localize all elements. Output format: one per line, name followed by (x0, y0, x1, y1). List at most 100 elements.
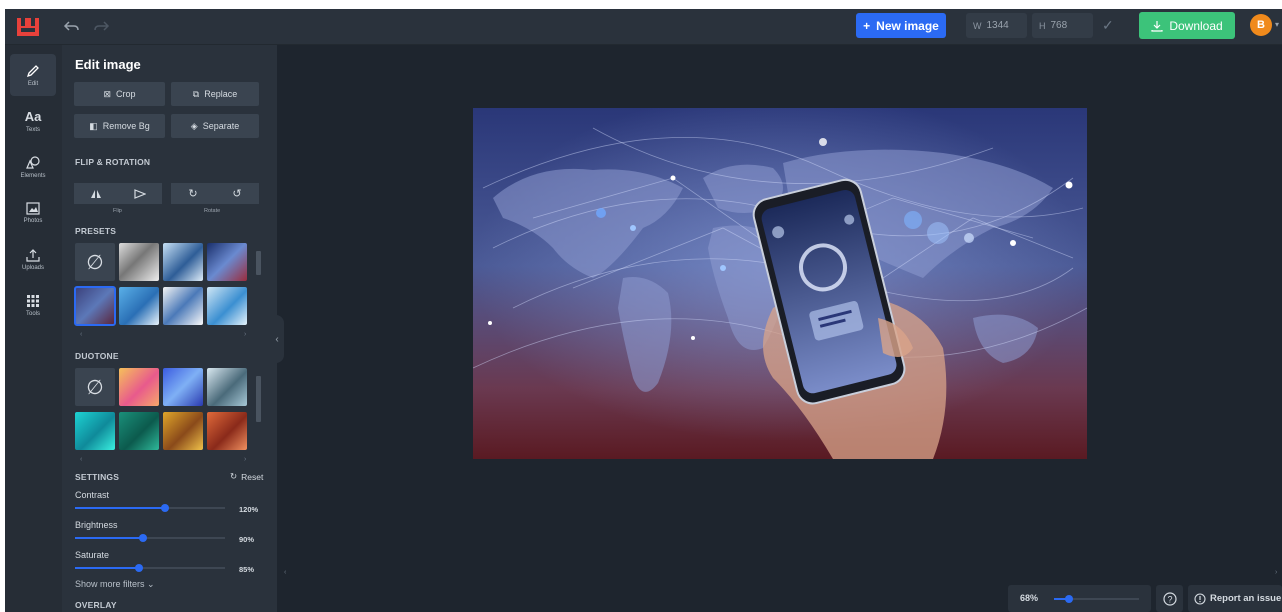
chevron-down-icon[interactable]: ▾ (1275, 20, 1279, 29)
width-input[interactable]: W 1344 (966, 13, 1027, 38)
duotone-scrollbar[interactable] (256, 376, 261, 422)
duotone-thumb[interactable] (119, 412, 159, 450)
download-icon (1151, 20, 1163, 32)
flip-vertical-button[interactable] (118, 183, 162, 204)
report-issue-button[interactable]: Report an issue (1188, 585, 1282, 612)
remove-bg-icon: ◧ (89, 120, 98, 131)
contrast-slider-knob[interactable] (161, 504, 169, 512)
duotone-thumb[interactable] (75, 412, 115, 450)
refresh-icon: ↻ (230, 471, 238, 481)
pencil-icon (26, 64, 39, 77)
zoom-slider[interactable] (1054, 595, 1139, 603)
user-avatar[interactable]: B (1250, 14, 1272, 36)
preset-none[interactable]: ∅ (75, 243, 115, 281)
rail-item-elements[interactable]: Elements (10, 146, 56, 188)
rail-item-texts[interactable]: Aa Texts (10, 100, 56, 142)
redo-icon[interactable] (91, 17, 111, 37)
remove-bg-button[interactable]: ◧ Remove Bg (74, 114, 165, 138)
photo-icon (26, 202, 40, 215)
rail-item-uploads[interactable]: Uploads (10, 238, 56, 280)
svg-text:?: ? (1167, 594, 1172, 604)
preset-thumb[interactable] (207, 287, 247, 325)
download-button[interactable]: Download (1139, 12, 1235, 39)
height-input[interactable]: H 768 (1032, 13, 1093, 38)
duotone-none[interactable]: ∅ (75, 368, 115, 406)
left-rail: Edit Aa Texts Elements Photos Uploads To… (5, 45, 62, 612)
flip-vertical-icon (134, 188, 146, 199)
none-icon: ∅ (86, 251, 104, 274)
grid-icon (27, 294, 39, 307)
rotate-left-button[interactable]: ↺ (215, 183, 259, 204)
show-more-filters-link[interactable]: Show more filters ⌄ (75, 579, 155, 590)
collapse-panel-button[interactable]: ‹ (270, 315, 284, 363)
saturate-label: Saturate (75, 550, 110, 560)
preset-thumb[interactable] (119, 243, 159, 281)
crop-button[interactable]: ⊠ Crop (74, 82, 165, 106)
zoom-control: 68% (1008, 585, 1151, 612)
duotone-scroll-left-icon[interactable]: ‹ (80, 456, 82, 463)
flip-horizontal-button[interactable] (74, 183, 118, 204)
duotone-thumb[interactable] (163, 412, 203, 450)
contrast-slider-fill (75, 507, 165, 509)
top-bar: + New image W 1344 H 768 ✓ Download B ▾ (5, 9, 1282, 45)
brightness-slider-fill (75, 537, 143, 539)
presets-scroll-right-icon[interactable]: › (244, 331, 246, 338)
rotate-caption: Rotate (204, 208, 221, 214)
saturate-value: 85% (239, 565, 255, 574)
rotate-right-icon: ↻ (188, 188, 198, 200)
rotate-right-button[interactable]: ↻ (171, 183, 215, 204)
confirm-size-check-icon[interactable]: ✓ (1102, 17, 1114, 34)
preset-thumb[interactable] (207, 243, 247, 281)
contrast-slider[interactable] (75, 504, 225, 512)
rotate-left-icon: ↺ (232, 188, 242, 200)
app-logo-icon[interactable] (15, 15, 41, 39)
rail-item-edit[interactable]: Edit (10, 54, 56, 96)
contrast-label: Contrast (75, 490, 110, 500)
flip-rotation-heading: FLIP & ROTATION (75, 157, 151, 167)
replace-button[interactable]: ⧉ Replace (171, 82, 259, 106)
preset-thumb[interactable] (163, 287, 203, 325)
help-button[interactable]: ? (1156, 585, 1183, 612)
duotone-thumb[interactable] (119, 368, 159, 406)
reset-button[interactable]: ↻ Reset (230, 471, 263, 482)
preset-thumb-selected[interactable] (74, 286, 116, 326)
app-window: + New image W 1344 H 768 ✓ Download B ▾ … (5, 9, 1282, 612)
saturate-slider-knob[interactable] (134, 564, 143, 572)
presets-scroll-left-icon[interactable]: ‹ (80, 331, 82, 338)
saturate-slider[interactable] (75, 564, 225, 572)
separate-button[interactable]: ◈ Separate (171, 114, 259, 138)
flip-horizontal-icon (91, 189, 101, 198)
panel-edge-arrow-icon: ‹ (284, 569, 287, 576)
plus-icon: + (863, 18, 871, 33)
preset-thumb[interactable] (119, 287, 159, 325)
brightness-slider-knob[interactable] (138, 534, 147, 542)
preset-thumb[interactable] (163, 243, 203, 281)
upload-icon (26, 248, 40, 262)
contrast-value: 120% (239, 505, 259, 514)
none-icon: ∅ (86, 376, 104, 399)
rail-item-tools[interactable]: Tools (10, 284, 56, 326)
new-image-button[interactable]: + New image (856, 13, 946, 38)
canvas-edge-arrow-icon: › (1275, 569, 1278, 576)
canvas-image[interactable] (473, 108, 1087, 459)
presets-scrollbar[interactable] (256, 251, 261, 275)
brightness-value: 90% (239, 535, 255, 544)
zoom-value: 68% (1020, 593, 1039, 603)
info-icon (1194, 592, 1206, 605)
duotone-thumb[interactable] (207, 368, 247, 406)
undo-icon[interactable] (62, 17, 82, 37)
duotone-thumb[interactable] (207, 412, 247, 450)
duotone-scroll-right-icon[interactable]: › (244, 456, 246, 463)
zoom-slider-knob[interactable] (1065, 595, 1074, 603)
rail-item-photos[interactable]: Photos (10, 192, 56, 234)
separate-icon: ◈ (190, 120, 198, 131)
chevron-left-icon: ‹ (275, 333, 279, 345)
flip-caption: Flip (113, 208, 122, 214)
brightness-slider[interactable] (75, 534, 225, 542)
crop-icon: ⊠ (103, 88, 112, 99)
settings-heading: SETTINGS (75, 472, 120, 482)
duotone-thumb[interactable] (163, 368, 203, 406)
question-icon: ? (1162, 591, 1177, 606)
saturate-slider-fill (75, 567, 139, 569)
presets-heading: PRESETS (75, 226, 117, 236)
